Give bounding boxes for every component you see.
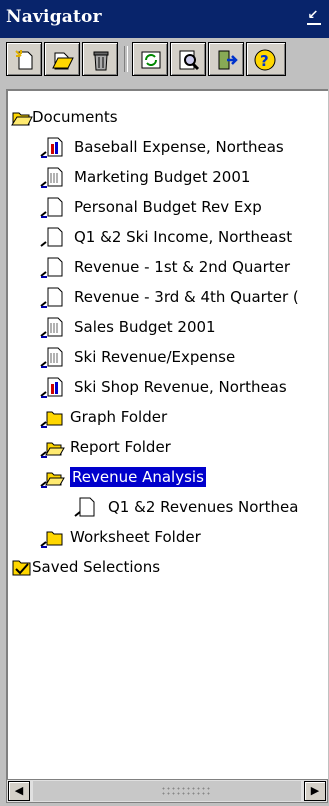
tree-node-label: Saved Selections — [32, 558, 161, 576]
open-button[interactable] — [44, 42, 80, 76]
magnifier-icon — [179, 50, 200, 71]
toolbar-separator — [124, 46, 128, 72]
horizontal-scrollbar[interactable]: ◀ ▶ — [6, 779, 328, 803]
doc-icon — [40, 347, 63, 368]
help-icon: ? — [254, 49, 276, 71]
colored-doc-icon — [40, 377, 63, 398]
scroll-right-button[interactable]: ▶ — [304, 781, 326, 801]
doc-icon — [74, 497, 95, 517]
refresh-button[interactable] — [132, 42, 168, 76]
doc-icon — [40, 317, 63, 338]
open-folder-icon — [40, 442, 65, 458]
open-folder-icon — [40, 472, 65, 488]
arrow-right-icon: ▶ — [310, 784, 320, 797]
refresh-icon — [141, 51, 161, 69]
tree-node-label: Graph Folder — [70, 408, 168, 426]
doc-icon — [40, 257, 63, 278]
toolbar: ? — [0, 38, 329, 82]
title-bar: Navigator ↙ — [0, 0, 329, 38]
doc-icon — [40, 287, 63, 308]
folder-icon — [40, 411, 63, 428]
tree-node-label: Ski Shop Revenue, Northeas — [74, 378, 287, 396]
tree-node-label: Marketing Budget 2001 — [74, 168, 251, 186]
navigator-tree[interactable]: Documents Baseball Expense, Northeas Mar… — [6, 89, 328, 779]
svg-text:?: ? — [260, 52, 269, 70]
exit-door-icon — [218, 50, 238, 70]
doc-icon — [40, 227, 63, 247]
tree-node-label: Personal Budget Rev Exp — [74, 198, 262, 216]
dock-bar — [307, 23, 321, 25]
scroll-left-button[interactable]: ◀ — [8, 781, 30, 801]
tree-node-label: Ski Revenue/Expense — [74, 348, 236, 366]
tree-node-label: Q1 &2 Ski Income, Northeast — [74, 228, 293, 246]
open-document-icon — [52, 52, 74, 70]
tree-node-label: Report Folder — [70, 438, 171, 456]
trash-icon — [93, 51, 109, 71]
doc-icon — [40, 197, 63, 218]
find-button[interactable] — [170, 42, 206, 76]
scroll-track[interactable] — [33, 781, 301, 801]
window-title: Navigator — [6, 7, 102, 27]
tree-node-label: Revenue - 3rd & 4th Quarter ( — [74, 288, 299, 306]
dock-arrow-icon[interactable]: ↙ — [306, 9, 320, 23]
delete-button[interactable] — [82, 42, 118, 76]
tree-node-label: Baseball Expense, Northeas — [74, 138, 284, 156]
exit-button[interactable] — [208, 42, 244, 76]
new-document-button[interactable] — [6, 42, 42, 76]
colored-doc-icon — [40, 137, 63, 158]
tree-node-label: Q1 &2 Revenues Northea — [108, 498, 299, 516]
tree-node-label: Sales Budget 2001 — [74, 318, 216, 336]
tree-node-label: Revenue - 1st & 2nd Quarter — [74, 258, 291, 276]
folder-icon — [40, 531, 63, 548]
help-button[interactable]: ? — [246, 42, 286, 76]
doc-icon — [40, 167, 63, 188]
saved-selections-folder-icon — [12, 560, 31, 576]
tree-node-label: Worksheet Folder — [70, 528, 201, 546]
tree-node-label: Documents — [32, 108, 118, 126]
arrow-left-icon: ◀ — [14, 784, 24, 797]
tree-node-label: Revenue Analysis — [69, 466, 207, 488]
scroll-grip[interactable] — [161, 786, 211, 796]
open-folder-icon — [11, 112, 33, 126]
new-document-icon — [15, 50, 33, 70]
